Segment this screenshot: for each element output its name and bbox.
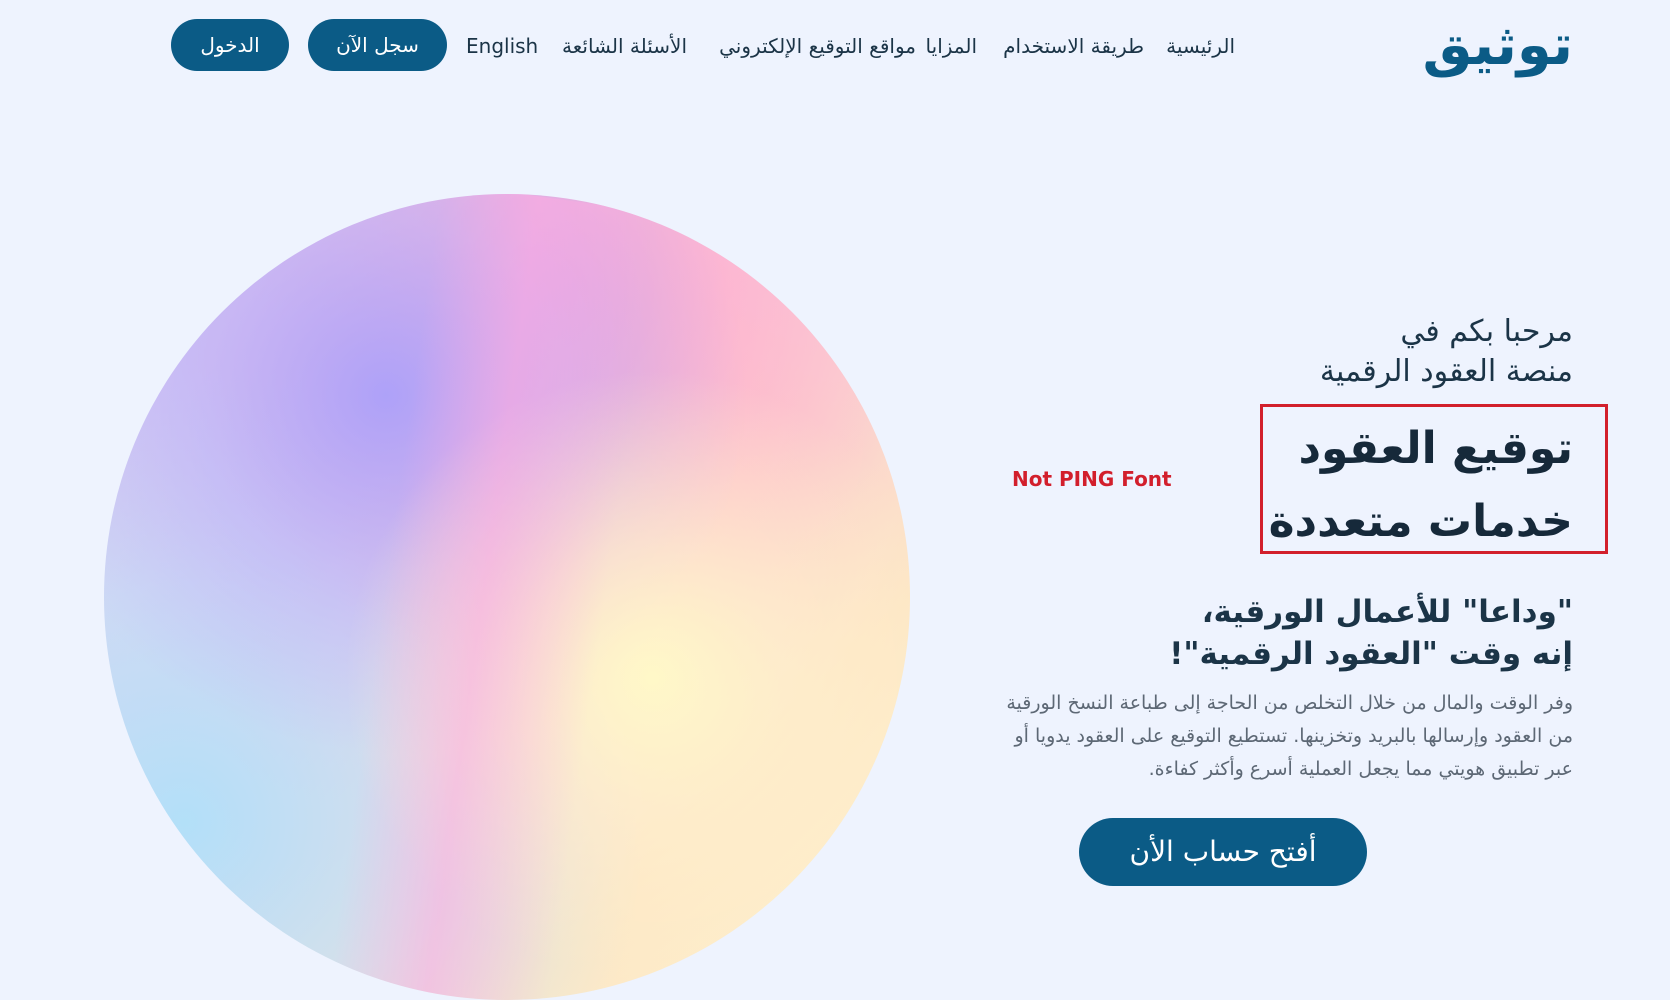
register-button[interactable]: سجل الآن: [308, 19, 447, 71]
description-line-1: وفر الوقت والمال من خلال التخلص من الحاج…: [1006, 692, 1573, 714]
nav-language-english[interactable]: English: [466, 26, 538, 66]
font-annotation-note: Not PING Font: [1012, 467, 1172, 491]
nav-how-to-use[interactable]: طريقة الاستخدام: [1003, 26, 1144, 66]
hero-description: وفر الوقت والمال من خلال التخلص من الحاج…: [1006, 687, 1573, 786]
slogan-line-1: "وداعا" للأعمال الورقية،: [1201, 594, 1573, 630]
nav-home[interactable]: الرئيسية: [1166, 26, 1235, 66]
description-line-2: من العقود وإرسالها بالبريد وتخزينها. تست…: [1014, 725, 1574, 747]
welcome-line-1: مرحبا بكم في: [1400, 314, 1573, 349]
hero-gradient-swirl: [328, 194, 660, 1000]
description-line-3: عبر تطبيق هويتي مما يجعل العملية أسرع وأ…: [1148, 758, 1573, 780]
hero-gradient-circle: [104, 194, 910, 1000]
nav-faq[interactable]: الأسئلة الشائعة: [562, 26, 687, 66]
open-account-button[interactable]: أفتح حساب الأن: [1079, 818, 1367, 886]
nav-features[interactable]: المزايا: [926, 26, 977, 66]
annotation-highlight-box: [1260, 404, 1608, 554]
login-button[interactable]: الدخول: [171, 19, 289, 71]
nav-esign-sites[interactable]: مواقع التوقيع الإلكتروني: [719, 26, 916, 66]
slogan-line-2: إنه وقت "العقود الرقمية"!: [1169, 636, 1573, 672]
welcome-line-2: منصة العقود الرقمية: [1319, 354, 1573, 389]
brand-logo[interactable]: توثيق: [1421, 6, 1576, 86]
hero-slogan: "وداعا" للأعمال الورقية، إنه وقت "العقود…: [1169, 591, 1573, 675]
welcome-text: مرحبا بكم في منصة العقود الرقمية: [1320, 312, 1573, 392]
